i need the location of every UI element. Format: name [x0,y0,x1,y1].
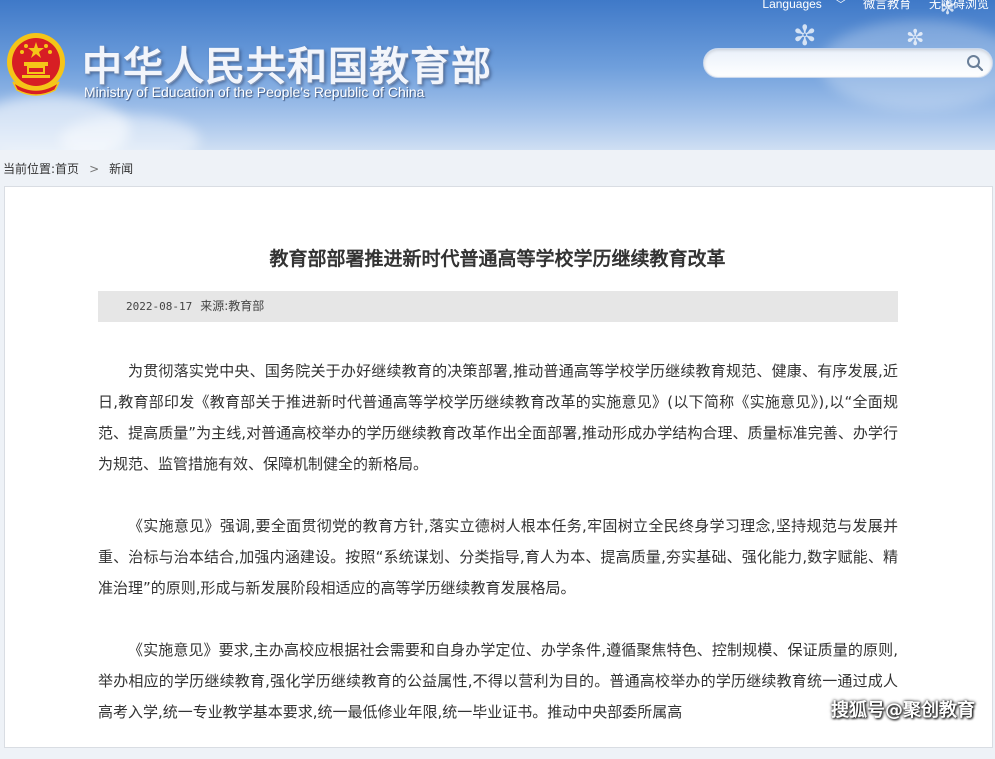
top-links: Languages ﹀ 微言教育 无障碍浏览 [734,0,989,12]
chevron-down-icon: ﹀ [835,0,846,11]
dandelion-decoration-icon: ✼ [793,19,817,52]
languages-label: Languages [762,0,822,11]
article-content: 为贯彻落实党中央、国务院关于办好继续教育的决策部署,推动普通高等学校学历继续教育… [98,356,898,759]
article-title: 教育部部署推进新时代普通高等学校学历继续教育改革 [269,248,726,270]
article-paragraph: 为贯彻落实党中央、国务院关于办好继续教育的决策部署,推动普通高等学校学历继续教育… [98,362,898,473]
article-paragraph: 《实施意见》强调,要全面贯彻党的教育方针,落实立德树人根本任务,牢固树立全民终身… [98,517,898,597]
breadcrumb-prefix: 当前位置: [3,162,56,176]
weibo-link[interactable]: 微言教育 [863,0,911,11]
search-input[interactable] [716,53,960,75]
search-icon[interactable] [966,54,984,72]
article-date: 2022-08-17 [126,300,193,313]
breadcrumb: 当前位置:首页 > 新闻 [3,160,133,177]
search-box [703,48,993,78]
article-paragraph: 《实施意见》要求,主办高校应根据社会需要和自身办学定位、办学条件,遵循聚焦特色、… [98,641,898,721]
site-subtitle: Ministry of Education of the People's Re… [84,84,425,100]
article-source: 来源:教育部 [200,299,265,313]
watermark-text: 搜狐号@聚创教育 [831,700,975,721]
breadcrumb-separator: > [89,162,100,176]
breadcrumb-home-link[interactable]: 首页 [55,162,79,176]
site-header: ✼ ✼ ✼ 中华人民共和国教育部 Ministry of Education o… [0,0,995,150]
breadcrumb-current: 新闻 [109,162,134,176]
accessibility-link[interactable]: 无障碍浏览 [929,0,989,11]
dandelion-decoration-icon: ✼ [906,26,925,51]
national-emblem-icon[interactable] [5,32,67,96]
languages-menu[interactable]: Languages ﹀ [748,0,849,11]
article-meta-bar: 2022-08-17 来源:教育部 [98,291,898,322]
